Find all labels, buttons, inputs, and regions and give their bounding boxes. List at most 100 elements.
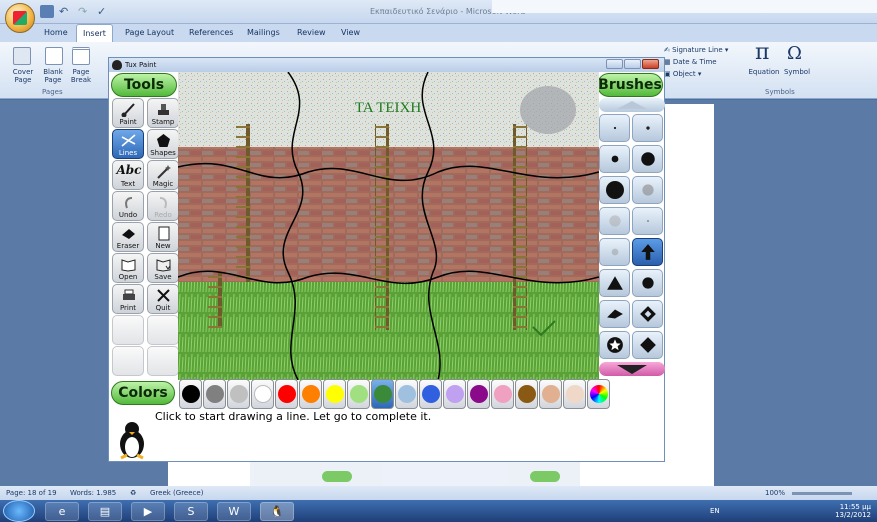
- date-time-label: Date & Time: [672, 58, 717, 66]
- tab-home[interactable]: Home: [44, 28, 68, 37]
- color-swatch[interactable]: [563, 379, 586, 409]
- tab-page-layout[interactable]: Page Layout: [125, 28, 174, 37]
- brush-option[interactable]: [599, 269, 630, 297]
- word-taskbar-icon[interactable]: W: [217, 502, 251, 521]
- clock-time: 11:55 μμ: [839, 503, 871, 511]
- tab-view[interactable]: View: [341, 28, 360, 37]
- signature-line-button[interactable]: ✍ Signature Line ▾: [664, 44, 728, 56]
- tool-eraser-button[interactable]: Eraser: [112, 222, 144, 252]
- color-swatch[interactable]: [275, 379, 298, 409]
- color-swatch[interactable]: [467, 379, 490, 409]
- ribbon-tabs: Home Insert Page Layout References Maili…: [0, 24, 877, 42]
- color-swatch[interactable]: [539, 379, 562, 409]
- tab-review[interactable]: Review: [297, 28, 326, 37]
- close-button[interactable]: [642, 59, 659, 69]
- tab-insert[interactable]: Insert: [76, 24, 113, 42]
- brush-option[interactable]: [632, 331, 663, 359]
- tool-magic-button[interactable]: Magic: [147, 160, 179, 190]
- tool-label: Paint: [119, 118, 137, 126]
- brush-option[interactable]: [599, 331, 630, 359]
- color-dot: [445, 385, 464, 403]
- tool-lines-button[interactable]: Lines: [112, 129, 144, 159]
- tool-open-button[interactable]: Open: [112, 253, 144, 283]
- color-swatch[interactable]: [419, 379, 442, 409]
- explorer-icon[interactable]: ▤: [88, 502, 122, 521]
- language-status[interactable]: Greek (Greece): [150, 489, 203, 497]
- brush-option[interactable]: [632, 300, 663, 328]
- symbol-icon[interactable]: Ω: [787, 43, 802, 64]
- redo-icon[interactable]: ↷: [78, 5, 92, 18]
- minimize-button[interactable]: [606, 59, 623, 69]
- spelling-icon[interactable]: ✓: [97, 5, 111, 18]
- cover-page-button[interactable]: Cover Page: [6, 68, 40, 84]
- object-button[interactable]: ▣ Object ▾: [664, 68, 728, 80]
- brush-option[interactable]: [632, 145, 663, 173]
- zoom-slider[interactable]: [792, 492, 852, 495]
- save-icon[interactable]: [40, 5, 54, 18]
- blank-page-button[interactable]: Blank Page: [38, 68, 68, 84]
- tool-stamp-button[interactable]: Stamp: [147, 98, 179, 128]
- brush-option[interactable]: [632, 176, 663, 204]
- brushes-scroll-up-button[interactable]: [599, 98, 665, 112]
- office-button[interactable]: [5, 3, 35, 33]
- color-swatch[interactable]: [371, 379, 394, 409]
- color-swatch[interactable]: [347, 379, 370, 409]
- brush-option[interactable]: [632, 269, 663, 297]
- color-swatch[interactable]: [179, 379, 202, 409]
- brushes-scroll-down-button[interactable]: [599, 362, 665, 376]
- drawing-canvas[interactable]: TA TEIXH: [178, 72, 599, 380]
- tool-save-button[interactable]: Save: [147, 253, 179, 283]
- start-button[interactable]: [3, 500, 35, 522]
- brush-option[interactable]: [632, 238, 663, 266]
- brush-shape-icon: [606, 337, 623, 353]
- tool-shapes-button[interactable]: Shapes: [147, 129, 179, 159]
- undo-icon[interactable]: ↶: [59, 5, 73, 18]
- tool-print-button[interactable]: Print: [112, 284, 144, 314]
- symbol-button[interactable]: Symbol: [782, 68, 812, 76]
- tool-new-button[interactable]: New: [147, 222, 179, 252]
- brush-option[interactable]: [599, 207, 630, 235]
- quit-icon: [157, 289, 170, 302]
- language-indicator[interactable]: EN: [710, 507, 720, 515]
- ie-icon[interactable]: e: [45, 502, 79, 521]
- color-swatch[interactable]: [203, 379, 226, 409]
- tab-mailings[interactable]: Mailings: [247, 28, 280, 37]
- equation-button[interactable]: Equation: [746, 68, 782, 76]
- system-clock[interactable]: 11:55 μμ 13/2/2012: [835, 503, 871, 519]
- tool-quit-button[interactable]: Quit: [147, 284, 179, 314]
- media-player-icon[interactable]: ▶: [131, 502, 165, 521]
- proofing-icon[interactable]: ♻: [130, 489, 136, 497]
- tool-text-button[interactable]: Abc Text: [112, 160, 144, 190]
- brush-option[interactable]: [599, 114, 630, 142]
- brush-option[interactable]: [599, 145, 630, 173]
- color-swatch[interactable]: [395, 379, 418, 409]
- color-swatch[interactable]: [251, 379, 274, 409]
- brush-option[interactable]: [599, 300, 630, 328]
- page-break-button[interactable]: Page Break: [66, 68, 96, 84]
- tool-undo-button[interactable]: Undo: [112, 191, 144, 221]
- symbols-group-label: Symbols: [765, 88, 795, 96]
- tool-empty-slot: [112, 315, 144, 345]
- date-time-button[interactable]: ▦ Date & Time: [664, 56, 728, 68]
- skype-icon[interactable]: S: [174, 502, 208, 521]
- brush-option[interactable]: [599, 238, 630, 266]
- zoom-level[interactable]: 100%: [765, 489, 785, 497]
- canvas-picture: TA TEIXH: [178, 72, 599, 380]
- color-swatch[interactable]: [587, 379, 610, 409]
- tab-references[interactable]: References: [189, 28, 233, 37]
- color-swatch[interactable]: [491, 379, 514, 409]
- color-swatch[interactable]: [227, 379, 250, 409]
- maximize-button[interactable]: [624, 59, 641, 69]
- color-swatch[interactable]: [299, 379, 322, 409]
- office-logo-icon: [13, 11, 27, 25]
- brush-option[interactable]: [632, 207, 663, 235]
- shapes-icon: [157, 134, 170, 147]
- color-swatch[interactable]: [323, 379, 346, 409]
- color-swatch[interactable]: [443, 379, 466, 409]
- equation-icon[interactable]: π: [755, 40, 769, 65]
- brush-option[interactable]: [632, 114, 663, 142]
- color-swatch[interactable]: [515, 379, 538, 409]
- brush-option[interactable]: [599, 176, 630, 204]
- tuxpaint-taskbar-icon[interactable]: 🐧: [260, 502, 294, 521]
- tool-paint-button[interactable]: Paint: [112, 98, 144, 128]
